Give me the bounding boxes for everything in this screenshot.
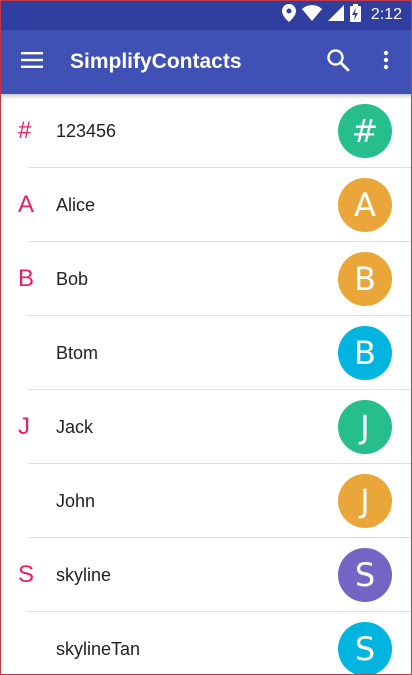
contact-name: skyline — [56, 565, 112, 585]
status-time: 2:12 — [370, 6, 402, 23]
battery-charging-icon — [349, 3, 361, 27]
contact-row[interactable]: # 123456 # — [0, 94, 412, 168]
contact-row[interactable]: skylineTan S — [0, 612, 412, 675]
contact-list[interactable]: # 123456 # A Alice A B Bob B Btom B J Ja… — [0, 94, 412, 675]
contact-row[interactable]: John J — [0, 464, 412, 538]
contact-name: Bob — [56, 269, 89, 289]
menu-icon — [21, 51, 43, 73]
contact-row[interactable]: S skyline S — [0, 538, 412, 612]
app-title: SimplifyContacts — [70, 50, 242, 73]
status-bar: 2:12 — [0, 0, 412, 30]
avatar[interactable]: # — [338, 104, 392, 158]
contact-name: 123456 — [56, 121, 117, 141]
menu-button[interactable] — [12, 42, 52, 82]
avatar[interactable]: S — [338, 622, 392, 675]
status-icons: 2:12 — [281, 0, 402, 30]
search-icon — [326, 48, 350, 77]
avatar[interactable]: B — [338, 326, 392, 380]
more-options-button[interactable] — [366, 42, 406, 82]
section-letter: S — [18, 561, 35, 588]
contact-name: John — [56, 491, 96, 511]
contact-name: Jack — [56, 417, 94, 437]
section-letter: B — [18, 265, 35, 292]
avatar[interactable]: J — [338, 474, 392, 528]
contact-name: skylineTan — [56, 639, 141, 659]
avatar[interactable]: S — [338, 548, 392, 602]
contact-row[interactable]: B Bob B — [0, 242, 412, 316]
search-button[interactable] — [318, 42, 358, 82]
contact-name: Alice — [56, 195, 96, 215]
section-letter — [18, 316, 40, 390]
section-letter — [18, 612, 40, 675]
contact-row[interactable]: J Jack J — [0, 390, 412, 464]
signal-icon — [327, 4, 344, 26]
avatar[interactable]: J — [338, 400, 392, 454]
wifi-icon — [301, 4, 322, 26]
section-letter: J — [18, 413, 30, 440]
section-letter: A — [18, 191, 35, 218]
section-letter: # — [18, 117, 32, 144]
avatar[interactable]: A — [338, 178, 392, 232]
contact-row[interactable]: A Alice A — [0, 168, 412, 242]
location-icon — [281, 3, 296, 27]
section-letter — [18, 464, 40, 538]
more-vert-icon — [383, 50, 389, 75]
contact-row[interactable]: Btom B — [0, 316, 412, 390]
avatar[interactable]: B — [338, 252, 392, 306]
contact-name: Btom — [56, 343, 99, 363]
app-bar: SimplifyContacts — [0, 30, 412, 94]
